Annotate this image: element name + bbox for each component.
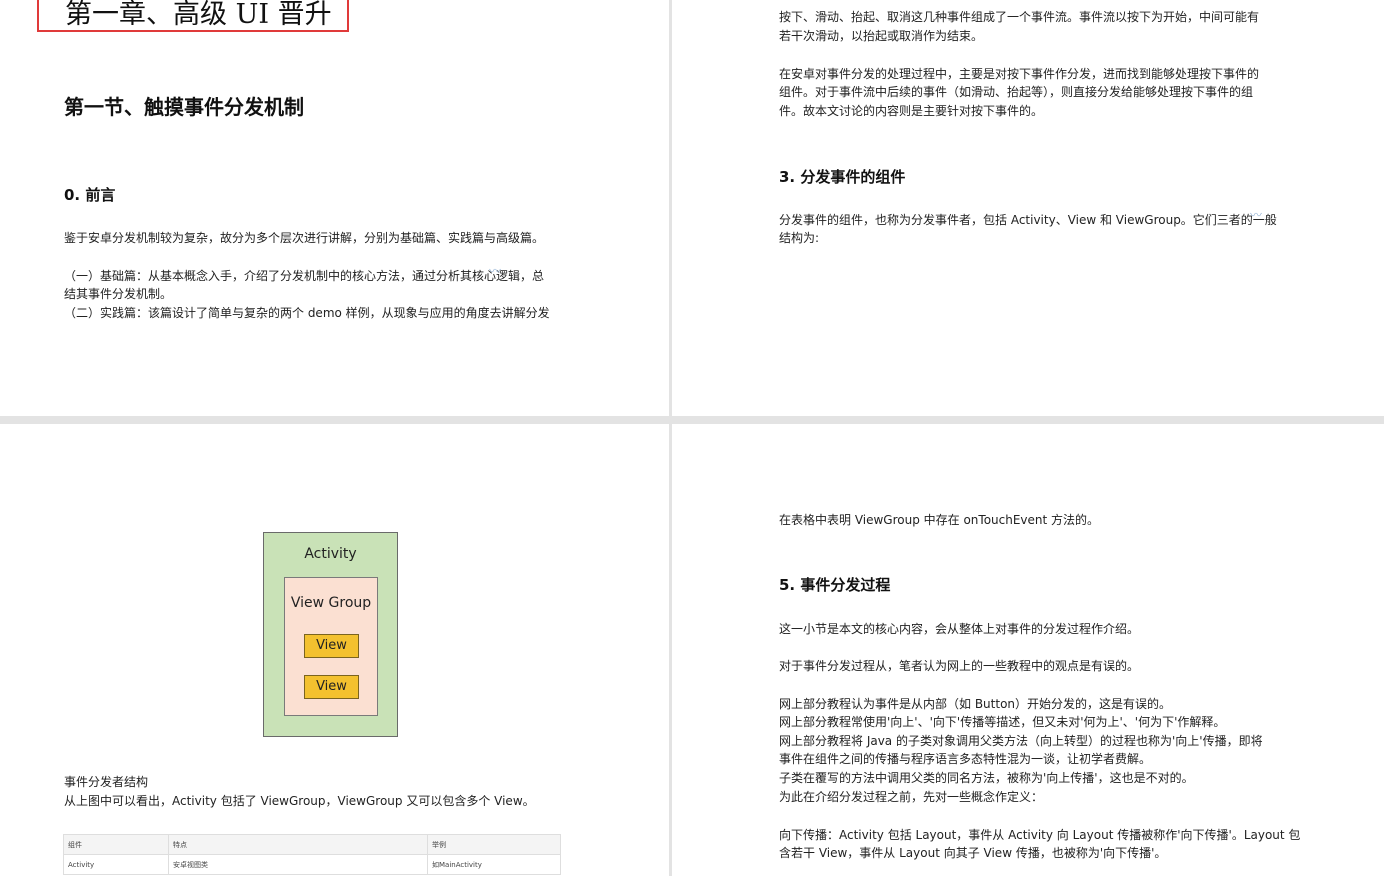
list-item: 网上部分教程将 Java 的子类对象调用父类方法（向上转型）的过程也称为'向上'… — [779, 734, 1263, 748]
components-line-1: 分发事件的组件，也称为分发事件者，包括 Activity、View 和 View… — [779, 213, 1277, 227]
document-page-1: 第一章、高级 UI 晋升 第一节、触摸事件分发机制 0. 前言 鉴于安卓分发机制… — [0, 0, 669, 416]
view-box-1: View — [304, 634, 359, 658]
section-title: 第一节、触摸事件分发机制 — [64, 95, 304, 119]
para-dispatch-2: 组件。对于事件流中后续的事件（如滑动、抬起等），则直接分发给能够处理按下事件的组 — [779, 85, 1254, 99]
basic-line-2: 结其事件分发机制。 — [64, 287, 173, 301]
activity-box: Activity View Group View View — [263, 532, 398, 737]
process-intro: 这一小节是本文的核心内容，会从整体上对事件的分发过程作介绍。 — [779, 622, 1140, 636]
view-box-2: View — [304, 675, 359, 699]
document-page-4: 在表格中表明 ViewGroup 中存在 onTouchEvent 方法的。 5… — [672, 424, 1384, 876]
practice-line: （二）实践篇：该篇设计了简单与复杂的两个 demo 样例，从现象与应用的角度去讲… — [64, 306, 550, 320]
components-line-2: 结构为: — [779, 231, 820, 245]
list-item: 事件在组件之间的传播与程序语言多态特性混为一谈，让初学者费解。 — [779, 752, 1152, 766]
document-page-3: Activity View Group View View 事件分发者结构 从上… — [0, 424, 669, 876]
table-header: 组件 — [63, 834, 169, 855]
scribble-mark: 〰 — [489, 264, 502, 278]
table-header: 举例 — [427, 834, 561, 855]
table-cell: Activity — [63, 854, 169, 875]
list-item: 网上部分教程常使用'向上'、'向下'传播等描述，但又未对'何为上'、'何为下'作… — [779, 715, 1226, 729]
scribble-mark: 〰 — [1250, 208, 1263, 222]
chapter-title: 第一章、高级 UI 晋升 — [37, 0, 349, 32]
document-page-2: 按下、滑动、抬起、取消这几种事件组成了一个事件流。事件流以按下为开始，中间可能有… — [672, 0, 1384, 416]
down-propagation-2: 含若干 View，事件从 Layout 向其子 View 传播，也被称为'向下传… — [779, 846, 1167, 860]
table-cell: 安卓视图类 — [168, 854, 428, 875]
para-dispatch-1: 在安卓对事件分发的处理过程中，主要是对按下事件作分发，进而找到能够处理按下事件的 — [779, 67, 1260, 81]
para-event-stream-2: 若干次滑动，以抬起或取消作为结束。 — [779, 29, 984, 43]
heading-preface: 0. 前言 — [64, 186, 116, 204]
preface-text: 鉴于安卓分发机制较为复杂，故分为多个层次进行讲解，分别为基础篇、实践篇与高级篇。 — [64, 231, 545, 245]
table-note: 在表格中表明 ViewGroup 中存在 onTouchEvent 方法的。 — [779, 513, 1100, 527]
table-header: 特点 — [168, 834, 428, 855]
down-propagation-1: 向下传播：Activity 包括 Layout，事件从 Activity 向 L… — [779, 828, 1301, 842]
list-item: 网上部分教程认为事件是从内部（如 Button）开始分发的，这是有误的。 — [779, 697, 1172, 711]
opinion-line: 对于事件分发过程从，笔者认为网上的一些教程中的观点是有误的。 — [779, 659, 1140, 673]
heading-process: 5. 事件分发过程 — [779, 576, 891, 594]
table-cell: 如MainActivity — [427, 854, 561, 875]
table-header-row: 组件 特点 举例 — [63, 834, 561, 855]
diagram-caption: 事件分发者结构 — [64, 775, 149, 789]
diagram-caption-text: 从上图中可以看出，Activity 包括了 ViewGroup，ViewGrou… — [64, 794, 535, 808]
viewgroup-box: View Group View View — [284, 577, 378, 716]
heading-components: 3. 分发事件的组件 — [779, 168, 906, 186]
basic-line-1: （一）基础篇：从基本概念入手，介绍了分发机制中的核心方法，通过分析其核心逻辑，总 — [64, 269, 545, 283]
para-dispatch-3: 件。故本文讨论的内容则是主要针对按下事件的。 — [779, 104, 1044, 118]
component-table: 组件 特点 举例 Activity 安卓视图类 如MainActivity — [63, 834, 561, 875]
activity-label: Activity — [304, 546, 357, 562]
para-event-stream-1: 按下、滑动、抬起、取消这几种事件组成了一个事件流。事件流以按下为开始，中间可能有 — [779, 10, 1260, 24]
viewgroup-label: View Group — [290, 595, 372, 611]
table-row: Activity 安卓视图类 如MainActivity — [63, 854, 561, 875]
list-item: 子类在覆写的方法中调用父类的同名方法，被称为'向上传播'，这也是不对的。 — [779, 771, 1194, 785]
list-item: 为此在介绍分发过程之前，先对一些概念作定义： — [779, 790, 1044, 804]
